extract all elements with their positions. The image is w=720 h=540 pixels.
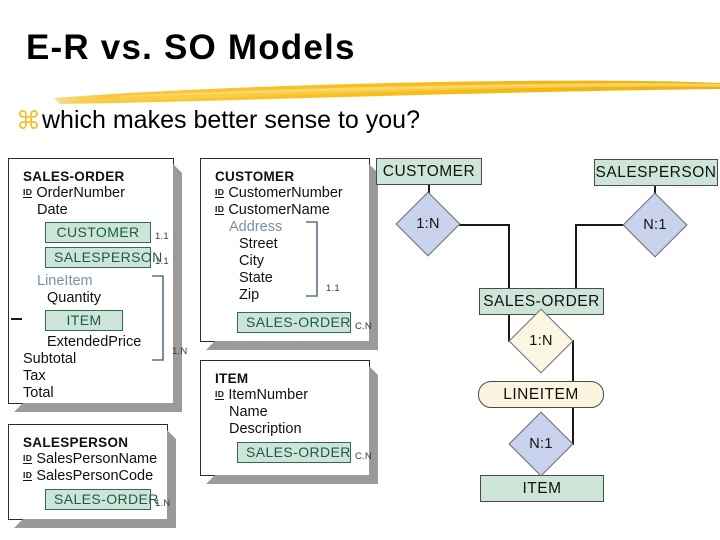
id-marker: ID	[215, 204, 225, 215]
id-marker: ID	[215, 389, 225, 400]
object-link-row: SALESPERSON 1.1	[45, 247, 173, 268]
er-connector-down-to-salesorder-right	[575, 224, 577, 290]
attribute-row: ID CustomerNumber	[215, 185, 369, 202]
attribute-label: ExtendedPrice	[47, 334, 142, 350]
card-shadow-right	[173, 164, 182, 407]
so-card-salesperson: SALESPERSON ID SalesPersonName ID SalesP…	[8, 424, 176, 528]
place-of-interest-bullet-icon: ⌘	[16, 106, 41, 135]
card-shadow-right	[369, 164, 378, 345]
er-relationship-label-lineitem-item: N:1	[529, 436, 553, 452]
er-relationship-label-salesperson-salesorder: N:1	[643, 217, 667, 233]
er-entity-customer[interactable]: CUSTOMER	[376, 158, 482, 185]
object-link-sales-order[interactable]: SALES-ORDER	[237, 442, 351, 463]
object-link-sales-order[interactable]: SALES-ORDER	[237, 312, 351, 333]
bullet-text: which makes better sense to you?	[42, 106, 420, 134]
attribute-label: SalesPersonCode	[36, 468, 154, 484]
cardinality-label: 1.N	[172, 346, 188, 357]
attribute-label: Tax	[23, 368, 46, 384]
group-bracket	[306, 221, 318, 297]
attribute-label: Date	[37, 202, 68, 218]
er-connector-salesorder-down	[508, 314, 510, 342]
attribute-row: Zip	[215, 287, 369, 304]
so-card-sales-order: SALES-ORDER ID OrderNumber Date CUSTOMER…	[8, 158, 187, 412]
object-link-row: SALES-ORDER C.N	[237, 312, 372, 333]
object-link-row: SALES-ORDER C.N	[237, 442, 372, 463]
attribute-label: Description	[229, 421, 302, 437]
attribute-label: City	[239, 253, 264, 269]
so-card-customer: CUSTOMER ID CustomerNumber ID CustomerNa…	[200, 158, 378, 350]
id-marker: ID	[23, 453, 33, 464]
cardinality-label: 1.N	[155, 498, 171, 509]
er-entity-lineitem[interactable]: LINEITEM	[478, 381, 604, 408]
attribute-row: ID CustomerName	[215, 202, 369, 219]
card-shadow-bottom	[206, 341, 378, 350]
cardinality-label: 1.1	[326, 283, 340, 294]
yellow-brush-swoosh	[54, 80, 720, 104]
attribute-label: ItemNumber	[228, 387, 309, 403]
bullet-line: ⌘ which makes better sense to you?	[16, 106, 420, 135]
cardinality-label: C.N	[355, 321, 372, 332]
attribute-label: Name	[229, 404, 268, 420]
so-card-title: CUSTOMER	[215, 169, 295, 184]
group-left-tick	[11, 318, 22, 320]
attribute-label: CustomerNumber	[228, 185, 343, 201]
attribute-row: ID SalesPersonName	[23, 451, 167, 468]
cardinality-label: C.N	[355, 451, 372, 462]
card-shadow-right	[369, 366, 378, 479]
attribute-row: State	[215, 270, 369, 287]
group-bracket	[152, 275, 164, 361]
so-card-title: SALESPERSON	[23, 435, 129, 450]
attribute-label: Zip	[239, 287, 260, 303]
attribute-label: Subtotal	[23, 351, 77, 367]
id-marker: ID	[23, 187, 33, 198]
er-entity-salesperson[interactable]: SALESPERSON	[594, 159, 718, 186]
card-shadow-bottom	[14, 403, 182, 412]
cardinality-label: 1.1	[155, 256, 169, 267]
object-link-row: CUSTOMER 1.1	[45, 222, 173, 243]
er-entity-item[interactable]: ITEM	[480, 475, 604, 502]
attribute-row: ID SalesPersonCode	[23, 468, 167, 485]
attribute-row: City	[215, 253, 369, 270]
object-link-customer[interactable]: CUSTOMER	[45, 222, 151, 243]
slide-canvas: E-R vs. SO Models ⌘ which makes better s…	[0, 0, 720, 540]
attribute-label: SalesPersonName	[36, 451, 158, 467]
object-link-sales-order[interactable]: SALES-ORDER	[45, 489, 158, 510]
attribute-label: OrderNumber	[36, 185, 125, 201]
group-label-address: Address	[229, 219, 283, 235]
object-link-row: SALES-ORDER 1.N	[45, 489, 171, 510]
card-shadow-right	[167, 430, 176, 523]
er-relationship-label-customer-salesorder: 1:N	[416, 216, 440, 232]
er-connector-down-to-salesorder-left	[508, 224, 510, 290]
object-link-item[interactable]: ITEM	[45, 310, 123, 331]
attribute-row: Street	[215, 236, 369, 253]
attribute-row: Total	[23, 385, 173, 402]
object-link-salesperson[interactable]: SALESPERSON	[45, 247, 162, 268]
card-shadow-bottom	[206, 475, 378, 484]
attribute-label: CustomerName	[228, 202, 330, 218]
attribute-label: Quantity	[47, 290, 101, 306]
id-marker: ID	[23, 470, 33, 481]
attribute-label: Total	[23, 385, 54, 401]
attribute-row: Description	[215, 421, 369, 438]
id-marker: ID	[215, 187, 225, 198]
attribute-row: Tax	[23, 368, 173, 385]
attribute-label: State	[239, 270, 273, 286]
page-title: E-R vs. SO Models	[26, 28, 356, 67]
card-shadow-bottom	[14, 519, 176, 528]
cardinality-label: 1.1	[155, 231, 169, 242]
er-relationship-label-salesorder-lineitem: 1:N	[529, 333, 553, 349]
attribute-label: Street	[239, 236, 278, 252]
attribute-row: Name	[215, 404, 369, 421]
attribute-row: ID OrderNumber	[23, 185, 173, 202]
attribute-row: Date	[23, 202, 173, 219]
attribute-row: ID ItemNumber	[215, 387, 369, 404]
so-card-title: SALES-ORDER	[23, 169, 125, 184]
so-card-title: ITEM	[215, 371, 249, 386]
so-card-item: ITEM ID ItemNumber Name Description SALE…	[200, 360, 378, 484]
